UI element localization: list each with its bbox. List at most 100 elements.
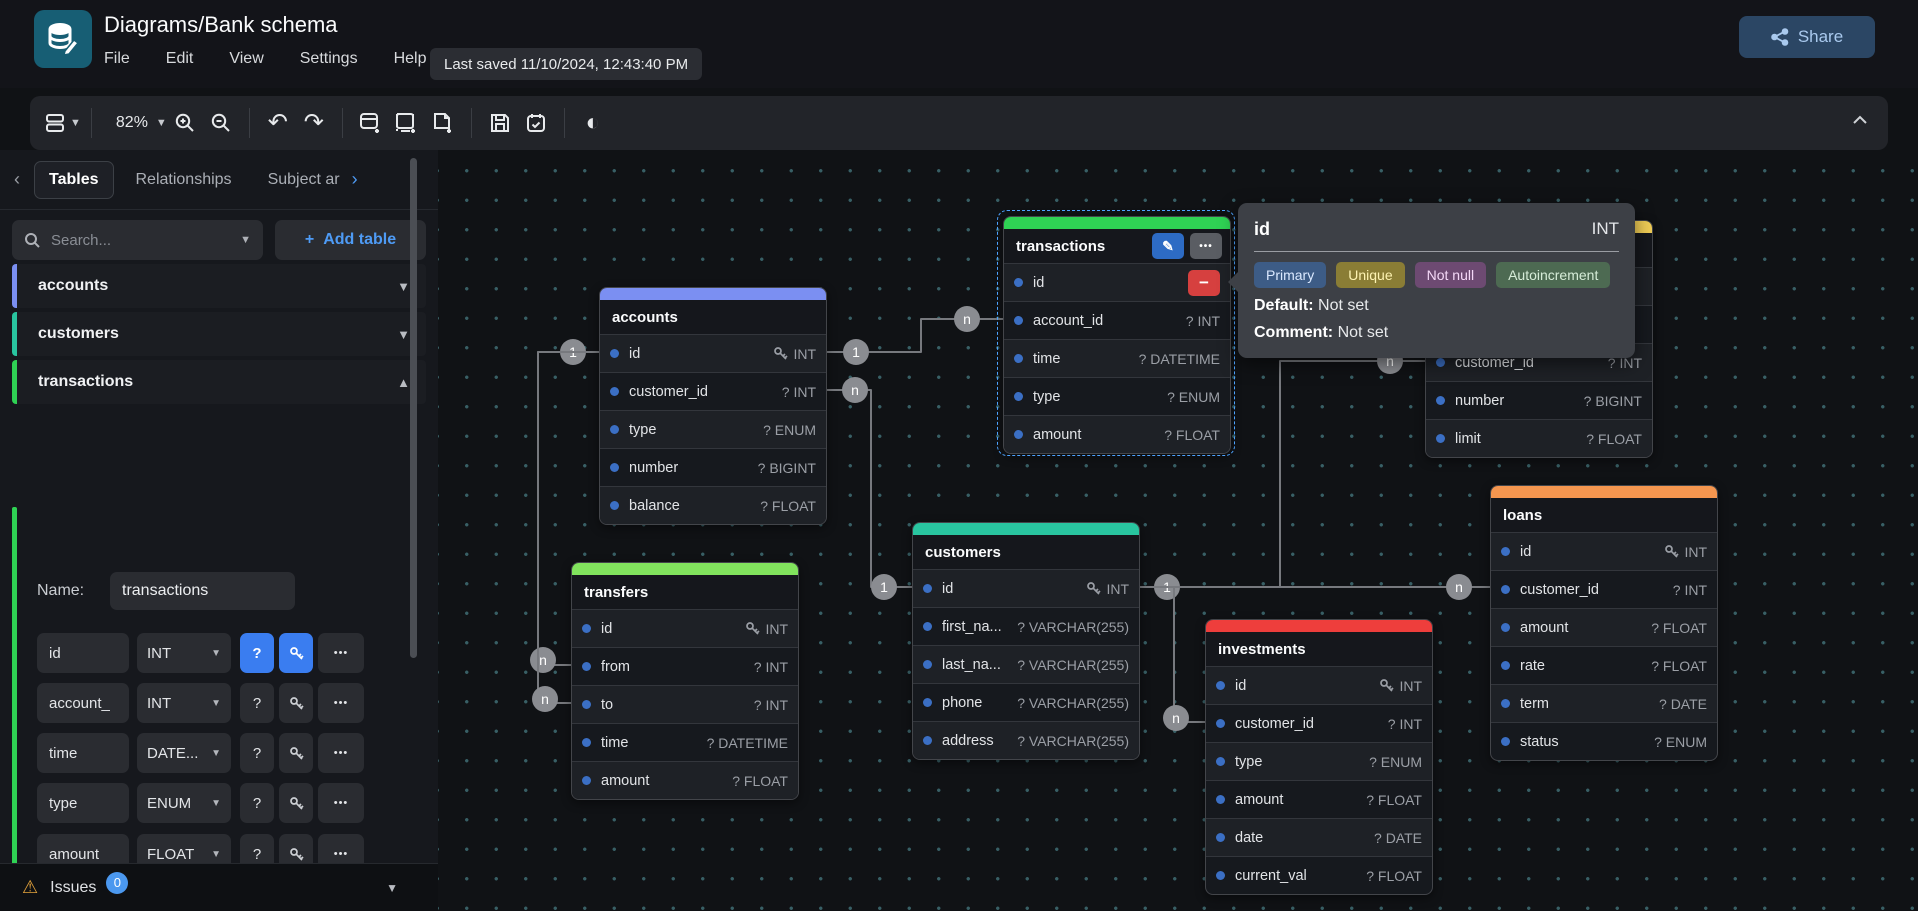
field-name-input[interactable]: id [37,633,129,673]
table-field-row[interactable]: idINT [1491,532,1717,570]
table-more-button[interactable]: ••• [1190,233,1222,259]
add-table-button-toolbar[interactable] [353,103,389,143]
field-name-input[interactable]: type [37,783,129,823]
table-title: customers [913,535,1139,569]
table-field-row[interactable]: id− [1004,263,1230,301]
table-field-row[interactable]: from? INT [572,647,798,685]
todo-button[interactable] [518,103,554,143]
table-field-row[interactable]: amount? FLOAT [572,761,798,799]
field-type-select[interactable]: ENUM▼ [137,783,231,823]
primary-key-toggle[interactable] [279,633,313,673]
table-field-row[interactable]: idINT [600,334,826,372]
table-field-row[interactable]: first_na...? VARCHAR(255) [913,607,1139,645]
menu-view[interactable]: View [229,50,263,68]
field-more-button[interactable]: ••• [318,783,364,823]
edit-table-button[interactable]: ✎ [1152,233,1184,259]
diagram-title[interactable]: Diagrams/Bank schema [104,12,338,38]
field-type-select[interactable]: INT▼ [137,683,231,723]
table-field-row[interactable]: number? BIGINT [1426,381,1652,419]
issues-bar[interactable]: ⚠ Issues 0 ▼ [0,863,438,911]
zoom-level-dropdown[interactable]: 82% ▼ [102,103,167,143]
primary-key-toggle[interactable] [279,733,313,773]
nullable-toggle[interactable]: ? [240,733,274,773]
table-field-row[interactable]: number? BIGINT [600,448,826,486]
field-type-select[interactable]: DATE...▼ [137,733,231,773]
table-node-customers[interactable]: customersidINTfirst_na...? VARCHAR(255)l… [912,522,1140,760]
table-field-row[interactable]: customer_id? INT [600,372,826,410]
zoom-in-button[interactable] [167,103,203,143]
table-field-row[interactable]: to? INT [572,685,798,723]
tabs-scroll-right-icon[interactable]: › [352,169,358,190]
add-area-button[interactable] [389,103,425,143]
table-field-row[interactable]: type? ENUM [1004,377,1230,415]
table-node-loans[interactable]: loansidINTcustomer_id? INTamount? FLOATr… [1490,485,1718,761]
table-field-row[interactable]: balance? FLOAT [600,486,826,524]
table-field-row[interactable]: term? DATE [1491,684,1717,722]
table-title: transfers [572,575,798,609]
table-field-row[interactable]: phone? VARCHAR(255) [913,683,1139,721]
table-node-transfers[interactable]: transfersidINTfrom? INTto? INTtime? DATE… [571,562,799,800]
save-button[interactable] [482,103,518,143]
chevron-down-icon[interactable]: ▼ [386,881,398,895]
table-field-row[interactable]: current_val? FLOAT [1206,856,1432,894]
collapse-toolbar-button[interactable] [1850,110,1870,135]
redo-button[interactable]: ↷ [296,103,332,143]
accordion-item-transactions[interactable]: transactions ▲ [12,360,426,404]
table-field-row[interactable]: amount? FLOAT [1206,780,1432,818]
primary-key-toggle[interactable] [279,783,313,823]
table-field-row[interactable]: type? ENUM [1206,742,1432,780]
table-field-row[interactable]: account_id? INT [1004,301,1230,339]
table-field-row[interactable]: limit? FLOAT [1426,419,1652,457]
table-field-row[interactable]: address? VARCHAR(255) [913,721,1139,759]
table-field-row[interactable]: amount? FLOAT [1491,608,1717,646]
table-node-transactions[interactable]: transactions✎•••id−account_id? INTtime? … [1003,216,1231,454]
field-name-input[interactable]: time [37,733,129,773]
primary-key-toggle[interactable] [279,683,313,723]
nullable-toggle[interactable]: ? [240,633,274,673]
menu-settings[interactable]: Settings [300,50,358,68]
tabs-scroll-left-icon[interactable]: ‹ [0,169,34,190]
zoom-out-button[interactable] [203,103,239,143]
undo-button[interactable]: ↶ [260,103,296,143]
table-field-row[interactable]: idINT [913,569,1139,607]
delete-field-button[interactable]: − [1188,270,1220,296]
table-search-select[interactable]: Search... ▼ [12,220,263,260]
sidebar-scrollbar[interactable] [410,158,417,658]
nullable-toggle[interactable]: ? [240,783,274,823]
add-note-button[interactable] [425,103,461,143]
nullable-toggle[interactable]: ? [240,683,274,723]
field-name-input[interactable]: account_ [37,683,129,723]
theme-toggle-button[interactable]: ◐ [575,103,611,143]
table-field-row[interactable]: customer_id? INT [1491,570,1717,608]
view-layout-button[interactable]: ▼ [44,103,81,143]
field-type-select[interactable]: INT▼ [137,633,231,673]
tab-tables[interactable]: Tables [34,161,114,199]
table-node-accounts[interactable]: accountsidINTcustomer_id? INTtype? ENUMn… [599,287,827,525]
table-field-row[interactable]: rate? FLOAT [1491,646,1717,684]
field-more-button[interactable]: ••• [318,683,364,723]
table-field-row[interactable]: type? ENUM [600,410,826,448]
field-more-button[interactable]: ••• [318,633,364,673]
table-field-row[interactable]: idINT [1206,666,1432,704]
table-field-row[interactable]: customer_id? INT [1206,704,1432,742]
table-field-row[interactable]: amount? FLOAT [1004,415,1230,453]
accordion-item-accounts[interactable]: accounts ▼ [12,264,426,308]
menu-help[interactable]: Help [394,50,427,68]
accordion-item-customers[interactable]: customers ▼ [12,312,426,356]
table-field-row[interactable]: time? DATETIME [1004,339,1230,377]
table-field-row[interactable]: status? ENUM [1491,722,1717,760]
field-more-button[interactable]: ••• [318,733,364,773]
share-button[interactable]: Share [1739,16,1875,58]
table-field-row[interactable]: last_na...? VARCHAR(255) [913,645,1139,683]
table-field-row[interactable]: idINT [572,609,798,647]
drawdb-logo[interactable] [34,10,92,68]
add-table-button[interactable]: + Add table [275,220,426,260]
menu-file[interactable]: File [104,50,130,68]
menu-edit[interactable]: Edit [166,50,194,68]
tab-subject-areas[interactable]: Subject ar [254,162,350,198]
table-field-row[interactable]: time? DATETIME [572,723,798,761]
table-field-row[interactable]: date? DATE [1206,818,1432,856]
table-name-input[interactable]: transactions [110,572,295,610]
table-node-investments[interactable]: investmentsidINTcustomer_id? INTtype? EN… [1205,619,1433,895]
tab-relationships[interactable]: Relationships [122,162,246,198]
